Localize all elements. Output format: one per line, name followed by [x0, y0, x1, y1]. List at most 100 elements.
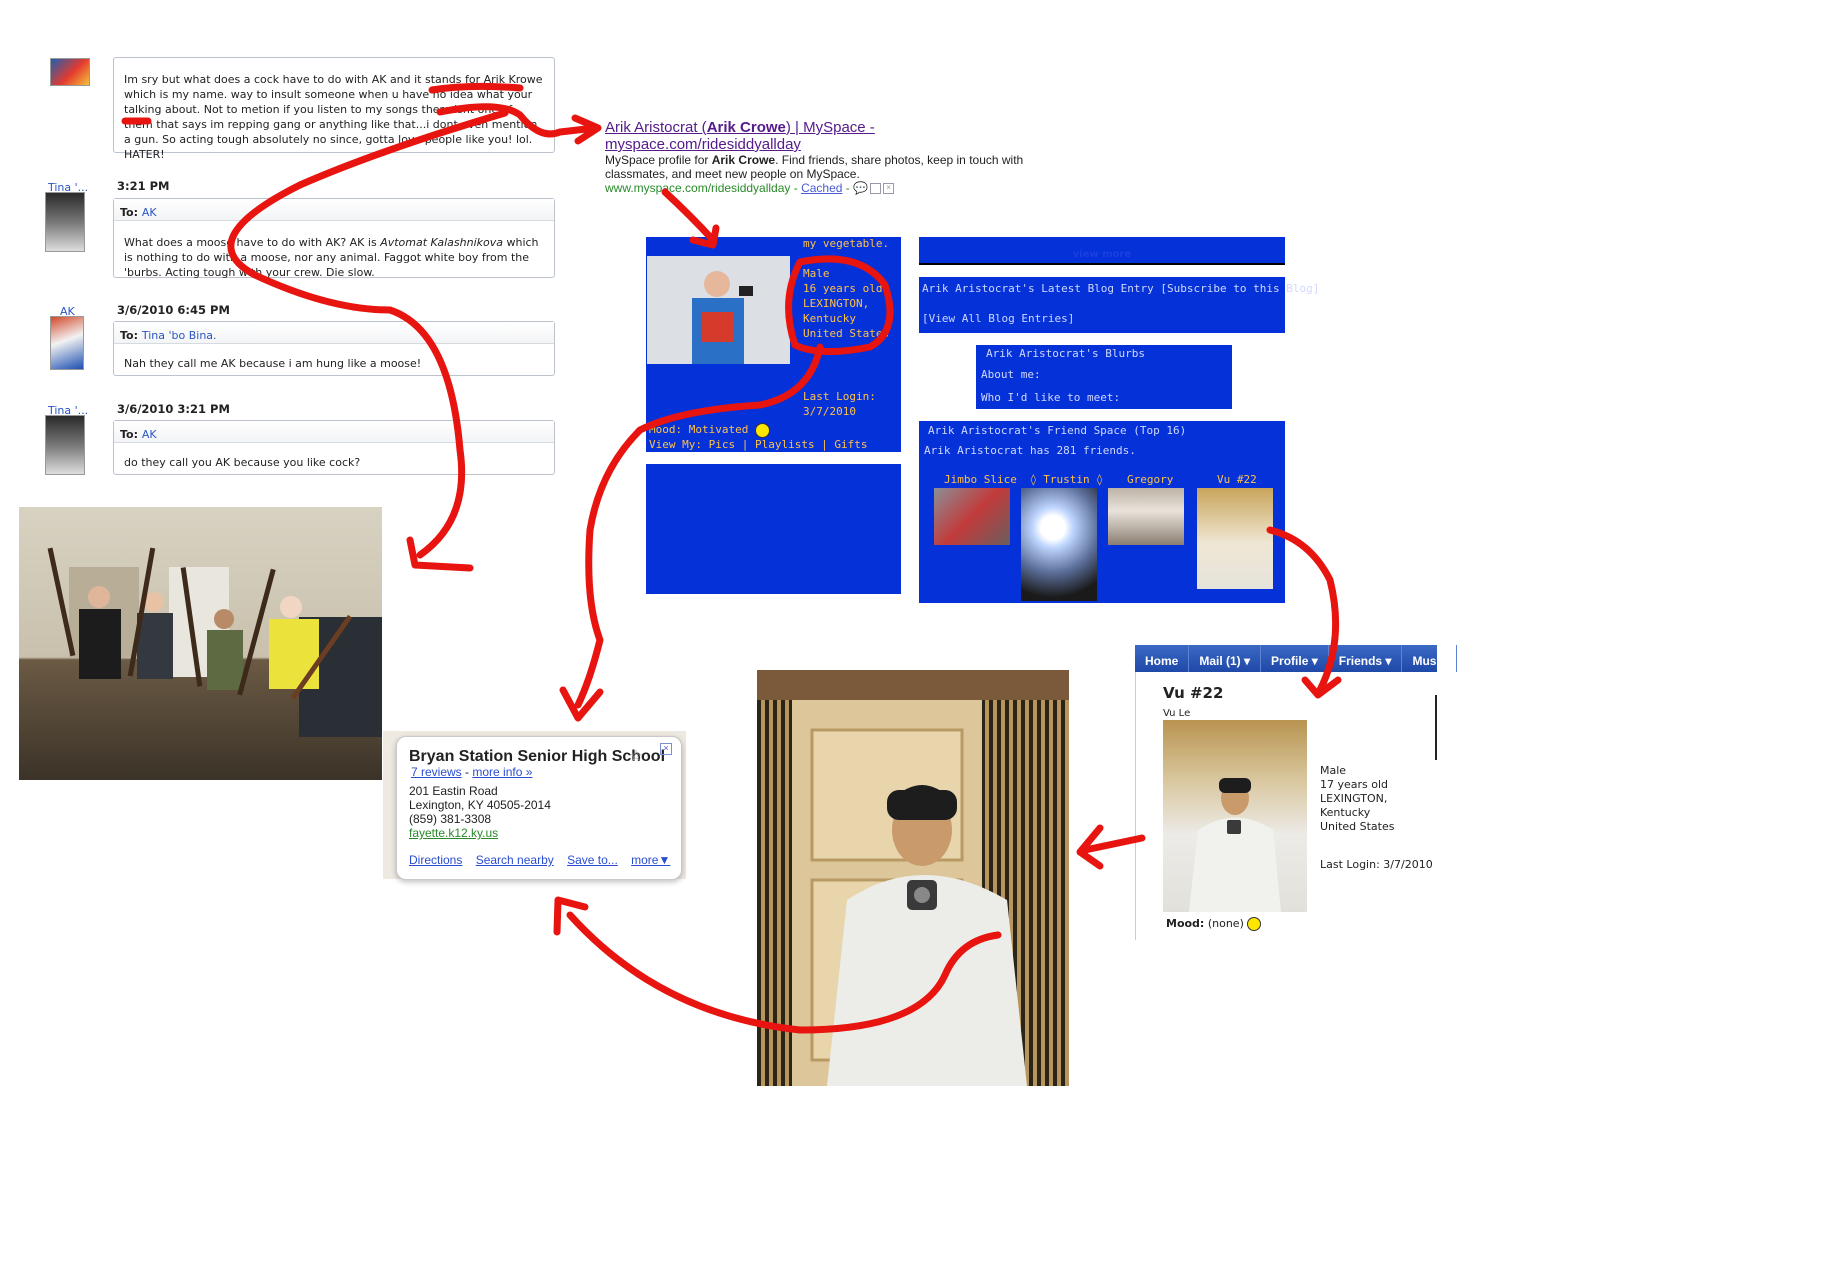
- arrowhead-annotation: [559, 686, 604, 722]
- snippet-text: MySpace profile for: [605, 153, 712, 167]
- message-to: To: AK: [114, 421, 554, 443]
- message-box: Im sry but what does a cock have to do w…: [113, 57, 555, 161]
- vu-large-photo-image: [757, 670, 1069, 1086]
- profile-age: 16 years old: [803, 282, 883, 295]
- arrowhead-annotation: [1076, 824, 1104, 870]
- title-bold: Arik Crowe: [706, 119, 786, 136]
- to-label: To:: [120, 428, 138, 441]
- mood-text: Mood: Motivated: [649, 423, 749, 436]
- vu-profile-details: Male 17 years old LEXINGTON, Kentucky Un…: [1320, 764, 1395, 834]
- friend-photo[interactable]: [1021, 488, 1097, 601]
- promote-icon[interactable]: [870, 183, 882, 195]
- message-box: To: AK do they call you AK because you l…: [113, 420, 555, 475]
- friend-photo[interactable]: [934, 488, 1010, 545]
- search-result-snippet: MySpace profile for Arik Crowe. Find fri…: [605, 153, 1065, 181]
- message-time: 3/6/2010 3:21 PM: [117, 402, 230, 416]
- phone-number: (859) 381-3308: [409, 812, 492, 826]
- message-box: To: AK What does a moose have to do with…: [113, 198, 555, 280]
- search-nearby-link[interactable]: Search nearby: [476, 853, 554, 867]
- friend-photo[interactable]: [1197, 488, 1273, 589]
- remove-icon[interactable]: ×: [883, 183, 895, 195]
- body-emphasis: Avtomat Kalashnikova: [380, 236, 503, 249]
- who-meet-label: Who I'd like to meet:: [981, 391, 1121, 404]
- vu-gender: Male: [1320, 764, 1347, 777]
- smiley-icon: [1247, 917, 1262, 931]
- arrow-annotation: [661, 188, 717, 244]
- vu-state: Kentucky: [1320, 806, 1371, 819]
- star-icon[interactable]: ☆: [629, 746, 643, 766]
- profile-photo-image: [647, 256, 790, 364]
- message-time: 3/6/2010 6:45 PM: [117, 303, 230, 317]
- vu-page-divider: [1435, 695, 1437, 760]
- directions-link[interactable]: Directions: [409, 853, 462, 867]
- recipient-link[interactable]: Tina 'bo Bina.: [142, 329, 217, 342]
- vu-last-login: Last Login: 3/7/2010: [1320, 858, 1433, 871]
- profile-state: Kentucky: [803, 312, 856, 325]
- nav-mail[interactable]: Mail (1) ▾: [1189, 645, 1262, 672]
- place-name: Bryan Station Senior High School: [409, 748, 666, 765]
- search-result-url: www.myspace.com/ridesiddyallday: [605, 181, 791, 195]
- view-more-link[interactable]: view more: [919, 249, 1285, 260]
- body-text: What does a moose have to do with AK? AK…: [124, 236, 381, 249]
- avatar[interactable]: [45, 415, 85, 475]
- friend-name[interactable]: ◊ Trustin ◊: [1030, 472, 1103, 487]
- avatar: [50, 58, 90, 86]
- view-all-blog-link[interactable]: [View All Blog Entries]: [922, 311, 1074, 326]
- nav-profile[interactable]: Profile ▾: [1261, 645, 1329, 672]
- vu-profile-title: Vu #22: [1163, 684, 1224, 702]
- friend-name[interactable]: Vu #22: [1217, 472, 1257, 487]
- vu-city: LEXINGTON,: [1320, 792, 1388, 805]
- cached-link[interactable]: Cached: [801, 181, 842, 195]
- message-body: What does a moose have to do with AK? AK…: [114, 221, 554, 280]
- more-info-link[interactable]: more info »: [472, 765, 532, 779]
- place-address: 201 Eastin Road Lexington, KY 40505-2014…: [409, 784, 551, 840]
- last-login-value: 3/7/2010: [803, 405, 856, 418]
- view-my-links[interactable]: View My: Pics | Playlists | Gifts: [649, 437, 868, 452]
- to-label: To:: [120, 329, 138, 342]
- nav-video[interactable]: Vide: [1457, 645, 1502, 672]
- similar-icon[interactable]: 💬: [853, 181, 868, 195]
- friend-name[interactable]: Jimbo Slice: [944, 472, 1017, 487]
- blog-entry-title[interactable]: Arik Aristocrat's Latest Blog Entry [Sub…: [922, 281, 1319, 296]
- nav-friends[interactable]: Friends ▾: [1329, 645, 1403, 672]
- vu-profile-photo-image: [1189, 778, 1281, 912]
- message-time: 3:21 PM: [117, 179, 170, 193]
- friend-name[interactable]: Gregory: [1127, 472, 1173, 487]
- reviews-link[interactable]: 7 reviews: [411, 765, 462, 779]
- more-menu-link[interactable]: more▼: [631, 853, 670, 867]
- view-more-bar: view more: [919, 237, 1285, 265]
- vu-page-border: [1135, 672, 1136, 940]
- vu-profile-photo[interactable]: [1163, 720, 1307, 912]
- search-result-title[interactable]: Arik Aristocrat (Arik Crowe) | MySpace -…: [605, 119, 1065, 153]
- save-to-link[interactable]: Save to...: [567, 853, 618, 867]
- friend-photo[interactable]: [1108, 488, 1184, 545]
- message-box: To: Tina 'bo Bina. Nah they call me AK b…: [113, 321, 555, 376]
- nav-home[interactable]: Home: [1135, 645, 1190, 672]
- profile-photo[interactable]: [647, 256, 790, 364]
- profile-gender: Male: [803, 267, 830, 280]
- profile-tagline: my vegetable.: [803, 237, 890, 250]
- vu-mood-label: Mood:: [1166, 917, 1205, 930]
- snippet-bold: Arik Crowe: [711, 153, 776, 167]
- recipient-link[interactable]: AK: [142, 428, 157, 441]
- website-link[interactable]: fayette.k12.ky.us: [409, 826, 498, 840]
- nav-music[interactable]: Music: [1402, 645, 1458, 672]
- group-photo-image: [47, 547, 382, 737]
- recipient-link[interactable]: AK: [142, 206, 157, 219]
- search-result-url-line: www.myspace.com/ridesiddyallday - Cached…: [605, 181, 1065, 195]
- last-login: Last Login: 3/7/2010: [803, 389, 876, 419]
- about-me-label: About me:: [981, 368, 1041, 381]
- smiley-icon: [754, 422, 770, 438]
- avatar[interactable]: [50, 316, 84, 370]
- map-actions: Directions Search nearby Save to... more…: [409, 851, 670, 869]
- friend-space-title: Arik Aristocrat's Friend Space (Top 16): [928, 424, 1187, 437]
- friend-count: Arik Aristocrat has 281 friends.: [924, 444, 1136, 457]
- arrowhead-annotation: [1301, 676, 1342, 699]
- vu-country: United States: [1320, 820, 1395, 833]
- profile-country: United States: [803, 327, 890, 340]
- mood: Mood: Motivated: [649, 422, 770, 438]
- blurbs-title: Arik Aristocrat's Blurbs: [986, 347, 1145, 360]
- search-result: Arik Aristocrat (Arik Crowe) | MySpace -…: [605, 119, 1065, 195]
- close-icon[interactable]: ×: [660, 743, 672, 755]
- avatar[interactable]: [45, 192, 85, 252]
